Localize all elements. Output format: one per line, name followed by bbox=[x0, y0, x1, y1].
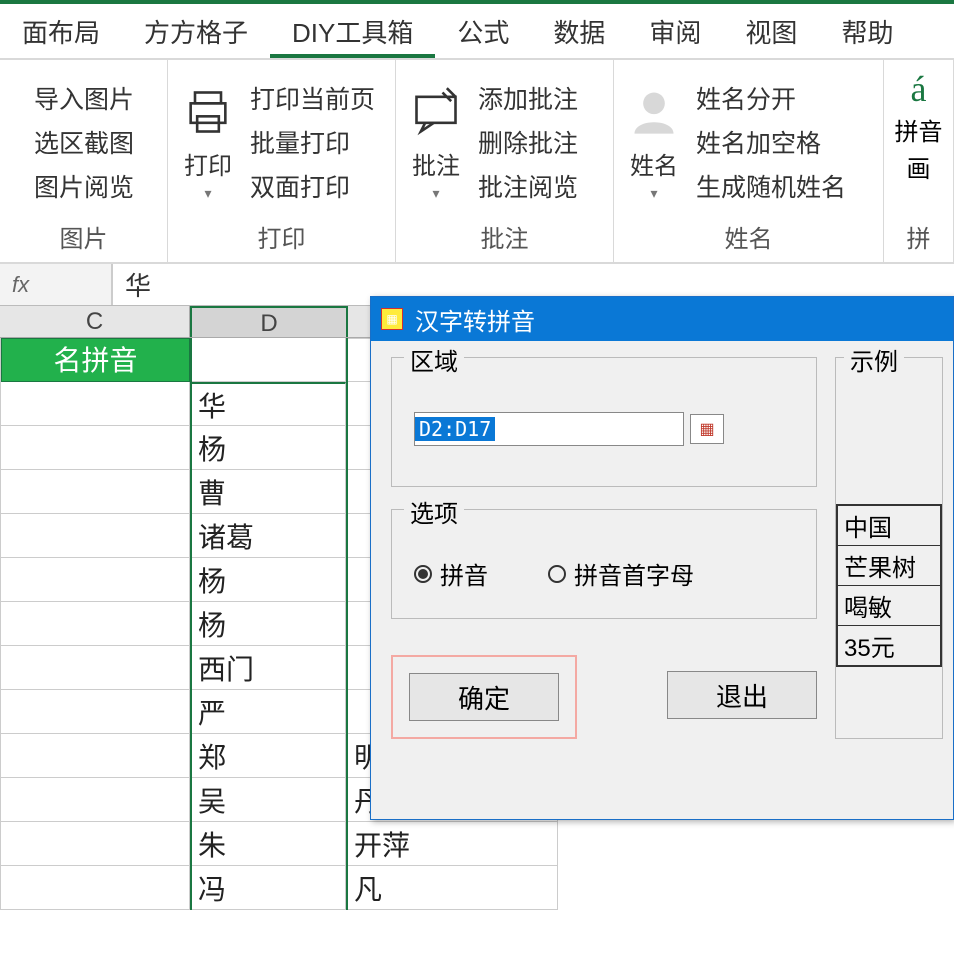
comment-button[interactable]: 批注▾ bbox=[406, 82, 466, 202]
ribbon: 导入图片 选区截图 图片阅览 图片 打印▾ 打印当前页 批量打印 双面打印 打印 bbox=[0, 60, 954, 264]
example-label: 示例 bbox=[844, 342, 904, 377]
cell-d10[interactable]: 郑 bbox=[192, 734, 346, 778]
cell-d5[interactable]: 诸葛 bbox=[192, 514, 346, 558]
cell-e13[interactable]: 凡 bbox=[348, 866, 558, 910]
cell-c8[interactable] bbox=[1, 646, 190, 690]
cell-d2[interactable]: 华 bbox=[192, 382, 346, 426]
cell-c7[interactable] bbox=[1, 602, 190, 646]
dialog-title: 汉字转拼音 bbox=[415, 302, 535, 337]
radio-initial[interactable]: 拼音首字母 bbox=[548, 556, 694, 591]
option-fieldset: 选项 拼音 拼音首字母 bbox=[391, 509, 817, 619]
comment-icon bbox=[406, 82, 466, 142]
group-comment-label: 批注 bbox=[406, 215, 603, 258]
tab-layout[interactable]: 面布局 bbox=[0, 3, 122, 58]
tab-view[interactable]: 视图 bbox=[723, 3, 819, 58]
range-input[interactable]: D2:D17 bbox=[414, 412, 684, 446]
cell-c11[interactable] bbox=[1, 778, 190, 822]
cell-c12[interactable] bbox=[1, 822, 190, 866]
cell-d11[interactable]: 吴 bbox=[192, 778, 346, 822]
cell-d7[interactable]: 杨 bbox=[192, 602, 346, 646]
pinyin-dialog: ▦ 汉字转拼音 区域 D2:D17 ▦ 选项 拼音 拼音首字母 bbox=[370, 296, 954, 820]
cell-c10[interactable] bbox=[1, 734, 190, 778]
ok-highlight: 确定 bbox=[391, 655, 577, 739]
cell-c9[interactable] bbox=[1, 690, 190, 734]
cell-d12[interactable]: 朱 bbox=[192, 822, 346, 866]
ok-button[interactable]: 确定 bbox=[409, 673, 559, 721]
cell-c4[interactable] bbox=[1, 470, 190, 514]
cell-c2[interactable] bbox=[1, 382, 190, 426]
pinyin-btn[interactable]: 拼音 bbox=[895, 112, 943, 147]
cell-d13[interactable]: 冯 bbox=[192, 866, 346, 910]
group-print-label: 打印 bbox=[178, 215, 385, 258]
add-comment[interactable]: 添加批注 bbox=[478, 80, 578, 116]
random-name[interactable]: 生成随机姓名 bbox=[696, 168, 846, 204]
tab-review[interactable]: 审阅 bbox=[627, 3, 723, 58]
cell-c3[interactable] bbox=[1, 426, 190, 470]
cell-d6[interactable]: 杨 bbox=[192, 558, 346, 602]
region-label: 区域 bbox=[404, 342, 464, 377]
capture-selection[interactable]: 选区截图 bbox=[34, 124, 134, 160]
cell-c13[interactable] bbox=[1, 866, 190, 910]
tab-help[interactable]: 帮助 bbox=[819, 3, 915, 58]
print-duplex[interactable]: 双面打印 bbox=[250, 168, 375, 204]
ex-2: 喝敏 bbox=[838, 586, 940, 626]
group-name-label: 姓名 bbox=[624, 215, 873, 258]
import-image[interactable]: 导入图片 bbox=[34, 80, 134, 116]
cell-c5[interactable] bbox=[1, 514, 190, 558]
cell-d3[interactable]: 杨 bbox=[192, 426, 346, 470]
cell-d1[interactable] bbox=[192, 338, 346, 382]
print-current[interactable]: 打印当前页 bbox=[250, 80, 375, 116]
range-picker-icon[interactable]: ▦ bbox=[690, 414, 724, 444]
group-pinyin-label: 拼 bbox=[894, 215, 943, 258]
ex-0: 中国 bbox=[838, 506, 940, 546]
ribbon-tabs: 面布局 方方格子 DIY工具箱 公式 数据 审阅 视图 帮助 bbox=[0, 4, 954, 60]
dialog-titlebar[interactable]: ▦ 汉字转拼音 bbox=[371, 297, 953, 341]
exit-button[interactable]: 退出 bbox=[667, 671, 817, 719]
radio-pinyin[interactable]: 拼音 bbox=[414, 556, 488, 591]
split-name[interactable]: 姓名分开 bbox=[696, 80, 846, 116]
pinyin-icon: á bbox=[911, 68, 927, 110]
browse-comment[interactable]: 批注阅览 bbox=[478, 168, 578, 204]
cell-c6[interactable] bbox=[1, 558, 190, 602]
delete-comment[interactable]: 删除批注 bbox=[478, 124, 578, 160]
print-batch[interactable]: 批量打印 bbox=[250, 124, 375, 160]
ex-3: 35元 bbox=[838, 626, 940, 665]
tab-data[interactable]: 数据 bbox=[531, 3, 627, 58]
fx-icon[interactable]: fx bbox=[0, 272, 41, 298]
cell-d4[interactable]: 曹 bbox=[192, 470, 346, 514]
pinyin-sub[interactable]: 画 bbox=[907, 149, 931, 184]
region-fieldset: 区域 D2:D17 ▦ bbox=[391, 357, 817, 487]
add-space-name[interactable]: 姓名加空格 bbox=[696, 124, 846, 160]
cell-d8[interactable]: 西门 bbox=[192, 646, 346, 690]
cell-e12[interactable]: 开萍 bbox=[348, 822, 558, 866]
option-label: 选项 bbox=[404, 494, 464, 529]
group-picture-label: 图片 bbox=[10, 215, 157, 258]
image-browse[interactable]: 图片阅览 bbox=[34, 168, 134, 204]
app-icon: ▦ bbox=[381, 308, 403, 330]
example-fieldset: 示例 中国 芒果树 喝敏 35元 bbox=[835, 357, 943, 739]
cell-d9[interactable]: 严 bbox=[192, 690, 346, 734]
person-icon bbox=[624, 82, 684, 142]
print-button[interactable]: 打印▾ bbox=[178, 82, 238, 202]
ex-1: 芒果树 bbox=[838, 546, 940, 586]
col-header-d[interactable]: D bbox=[190, 306, 348, 337]
name-button[interactable]: 姓名▾ bbox=[624, 82, 684, 202]
header-name-pinyin: 名拼音 bbox=[1, 338, 190, 382]
tab-fangfang[interactable]: 方方格子 bbox=[122, 3, 270, 58]
tab-diy[interactable]: DIY工具箱 bbox=[270, 3, 435, 58]
col-header-c[interactable]: C bbox=[0, 306, 190, 337]
printer-icon bbox=[178, 82, 238, 142]
tab-formula[interactable]: 公式 bbox=[435, 3, 531, 58]
